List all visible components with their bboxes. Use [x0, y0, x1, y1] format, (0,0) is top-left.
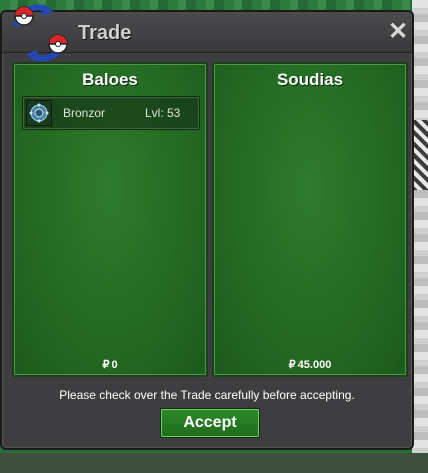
currency-icon: ₽: [288, 359, 296, 371]
currency-icon: ₽: [102, 359, 110, 371]
background-ground-strip: [0, 453, 428, 473]
trade-notice: Please check over the Trade carefully be…: [59, 388, 355, 402]
pokemon-name: Bronzor: [63, 106, 106, 120]
trade-logo-icon: [13, 4, 68, 62]
window-title: Trade: [78, 22, 132, 44]
close-icon[interactable]: ✕: [388, 20, 408, 44]
money-amount: 45.000: [297, 359, 332, 371]
money-offer: ₽45.000: [214, 358, 406, 371]
accept-button[interactable]: Accept: [160, 408, 260, 438]
trade-window: Trade ✕ Baloes Bronzor Lvl: 53 ₽0 Soudia…: [0, 4, 414, 450]
trade-panel-partner: Soudias ₽45.000: [212, 62, 408, 377]
trader-name: Baloes: [82, 70, 138, 89]
trader-name: Soudias: [276, 70, 344, 89]
title-bar[interactable]: Trade ✕: [2, 4, 412, 62]
money-amount: 0: [111, 359, 118, 371]
trade-panel-self: Baloes Bronzor Lvl: 53 ₽0: [12, 62, 208, 377]
money-offer: ₽0: [14, 358, 206, 371]
background-path-strip: [412, 0, 428, 473]
pokemon-level: Lvl: 53: [145, 106, 181, 120]
bronzor-icon: [26, 100, 52, 126]
pokemon-slot[interactable]: Bronzor Lvl: 53: [22, 96, 200, 130]
background-checker-strip: [412, 120, 428, 190]
